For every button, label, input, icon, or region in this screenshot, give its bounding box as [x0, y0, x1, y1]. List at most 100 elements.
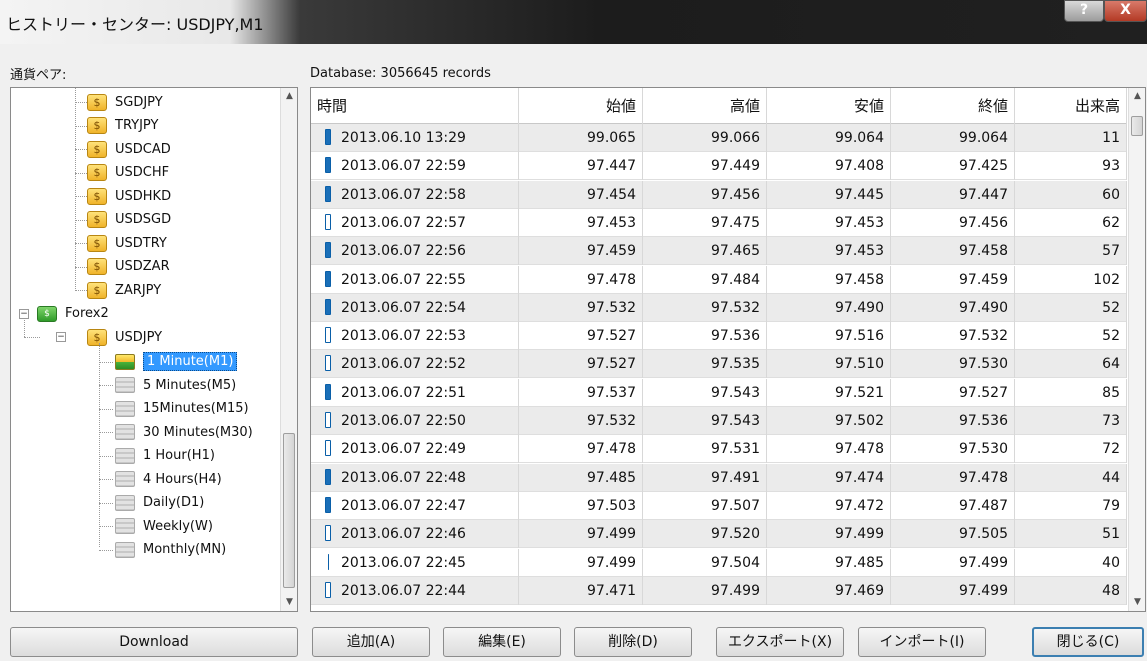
candle-down-icon [325, 242, 331, 259]
database-icon [115, 541, 135, 558]
scroll-up-icon[interactable]: ▲ [1129, 88, 1145, 105]
tree-symbol-item[interactable]: $ ZARJPY [87, 279, 161, 301]
import-button[interactable]: インポート(I) [858, 627, 986, 657]
tree-symbol-item[interactable]: $ TRYJPY [87, 115, 158, 137]
candle-doji-icon [328, 553, 329, 570]
close-cell: 97.456 [891, 208, 1015, 237]
time-cell: 2013.06.07 22:57 [311, 208, 519, 237]
tree-symbol-item[interactable]: $ SGDJPY [87, 91, 163, 113]
time-value: 2013.06.07 22:48 [341, 469, 466, 486]
table-row[interactable]: 2013.06.07 22:58 97.454 97.456 97.445 97.447… [311, 180, 1127, 209]
time-cell: 2013.06.07 22:58 [311, 180, 519, 209]
column-header-close[interactable]: 終値 [891, 88, 1015, 124]
database-icon [115, 518, 135, 534]
tree-scrollbar[interactable]: ▲ ▼ [280, 88, 297, 611]
tree-timeframe-label: Monthly(MN) [143, 542, 227, 557]
tree-connector [75, 102, 87, 103]
time-cell: 2013.06.07 22:56 [311, 237, 519, 266]
scroll-down-icon[interactable]: ▼ [281, 594, 297, 611]
volume-cell: 64 [1015, 350, 1127, 379]
tree-symbol-item[interactable]: $ USDCHF [87, 162, 169, 184]
column-header-high[interactable]: 高値 [643, 88, 767, 124]
table-row[interactable]: 2013.06.07 22:46 97.499 97.520 97.499 97.505… [311, 520, 1127, 549]
tree-timeframe-item[interactable]: Monthly(MN) [115, 539, 226, 561]
tree-timeframe-label: 1 Hour(H1) [143, 448, 215, 463]
table-row[interactable]: 2013.06.10 13:29 99.065 99.066 99.064 99.064… [311, 124, 1127, 152]
collapse-icon[interactable]: − [19, 308, 29, 319]
coin-icon: $ [87, 281, 107, 299]
close-dialog-button[interactable]: 閉じる(C) [1032, 627, 1144, 657]
grid-header: 時間 始値 高値 安値 終値 出来高 [311, 88, 1127, 124]
table-row[interactable]: 2013.06.07 22:49 97.478 97.531 97.478 97.530… [311, 435, 1127, 464]
column-header-low[interactable]: 安値 [767, 88, 891, 124]
tree-symbol-item[interactable]: $ USDSGD [87, 209, 171, 231]
tree-timeframe-item[interactable]: Daily(D1) [115, 492, 204, 514]
candle-down-icon [325, 298, 331, 315]
tree-timeframe-item[interactable]: 1 Minute(M1) [115, 351, 238, 373]
low-cell: 97.453 [767, 237, 891, 266]
tree-connector [75, 219, 87, 221]
window-close-button[interactable]: X [1104, 0, 1147, 22]
tree-symbol-item[interactable]: $ USDZAR [87, 256, 170, 278]
download-button[interactable]: Download [10, 627, 298, 657]
high-cell: 97.504 [643, 548, 767, 577]
help-icon: ? [1079, 2, 1089, 18]
table-row[interactable]: 2013.06.07 22:47 97.503 97.507 97.472 97.487… [311, 491, 1127, 520]
tree-timeframe-label: 4 Hours(H4) [143, 471, 222, 487]
table-row[interactable]: 2013.06.07 22:54 97.532 97.532 97.490 97.490… [311, 293, 1127, 322]
table-row[interactable]: 2013.06.07 22:59 97.447 97.449 97.408 97.425… [311, 152, 1127, 181]
time-cell: 2013.06.07 22:44 [311, 576, 519, 605]
collapse-icon[interactable]: − [56, 332, 66, 342]
table-row[interactable]: 2013.06.07 22:52 97.527 97.535 97.510 97.530… [311, 350, 1127, 379]
tree-symbol-label: USDTRY [115, 235, 167, 251]
candle-down-icon [325, 468, 331, 485]
column-header-open[interactable]: 始値 [519, 88, 643, 124]
add-button[interactable]: 追加(A) [312, 627, 430, 657]
scroll-up-icon[interactable]: ▲ [281, 88, 297, 105]
scroll-down-icon[interactable]: ▼ [1129, 594, 1145, 611]
tree-timeframe-item[interactable]: 15Minutes(M15) [115, 398, 249, 420]
history-grid[interactable]: 時間 始値 高値 安値 終値 出来高 ▲ ▼ 2013.06.10 13:29 9… [310, 87, 1146, 612]
server-folder-icon: $ [37, 305, 57, 322]
time-value: 2013.06.07 22:57 [341, 214, 466, 231]
export-button[interactable]: エクスポート(X) [716, 627, 844, 657]
table-row[interactable]: 2013.06.07 22:44 97.471 97.499 97.469 97.499… [311, 576, 1127, 605]
time-cell: 2013.06.07 22:59 [311, 152, 519, 181]
tree-symbol-item[interactable]: $ USDCAD [87, 138, 171, 160]
volume-cell: 73 [1015, 407, 1127, 435]
tree-connector [99, 343, 100, 547]
edit-button[interactable]: 編集(E) [443, 627, 561, 657]
open-cell: 97.454 [519, 180, 643, 209]
low-cell: 97.472 [767, 491, 891, 520]
tree-timeframe-item[interactable]: 30 Minutes(M30) [115, 421, 253, 443]
symbol-tree[interactable]: ▲ ▼ $ SGDJPY $ TRYJPY $ USDCAD $ USDCHF $ USDHKD $… [10, 87, 298, 612]
grid-scrollbar[interactable]: ▲ ▼ [1128, 88, 1145, 611]
table-row[interactable]: 2013.06.07 22:51 97.537 97.543 97.521 97.527… [311, 378, 1127, 407]
table-row[interactable]: 2013.06.07 22:48 97.485 97.491 97.474 97.478… [311, 463, 1127, 492]
table-row[interactable]: 2013.06.07 22:55 97.478 97.484 97.458 97.459… [311, 265, 1127, 294]
database-icon [115, 377, 135, 393]
tree-timeframe-label: 5 Minutes(M5) [143, 377, 237, 393]
tree-timeframe-item[interactable]: Weekly(W) [115, 515, 213, 537]
tree-timeframe-item[interactable]: 1 Hour(H1) [115, 445, 215, 467]
tree-symbol-item[interactable]: $ USDHKD [87, 185, 171, 207]
table-row[interactable]: 2013.06.07 22:57 97.453 97.475 97.453 97.456… [311, 208, 1127, 237]
table-row[interactable]: 2013.06.07 22:53 97.527 97.536 97.516 97.532… [311, 322, 1127, 351]
low-cell: 97.478 [767, 435, 891, 464]
table-row[interactable]: 2013.06.07 22:56 97.459 97.465 97.453 97.458… [311, 237, 1127, 266]
tree-symbol-item[interactable]: $ USDTRY [87, 232, 167, 254]
tree-scroll-thumb[interactable] [283, 433, 295, 588]
column-header-volume[interactable]: 出来高 [1015, 88, 1127, 124]
table-row[interactable]: 2013.06.07 22:45 97.499 97.504 97.485 97.499… [311, 548, 1127, 577]
tree-timeframe-item[interactable]: 4 Hours(H4) [115, 468, 222, 490]
help-button[interactable]: ? [1064, 0, 1104, 22]
tree-timeframe-item[interactable]: 5 Minutes(M5) [115, 374, 236, 396]
candle-down-icon [325, 129, 331, 145]
grid-scroll-thumb[interactable] [1131, 116, 1143, 136]
tree-group-forex2[interactable]: $ Forex2 [37, 303, 109, 325]
delete-button[interactable]: 削除(D) [574, 627, 692, 657]
column-header-time[interactable]: 時間 [311, 88, 519, 124]
table-row[interactable]: 2013.06.07 22:50 97.532 97.543 97.502 97.536… [311, 407, 1127, 435]
coin-icon: $ [87, 117, 107, 134]
title-bar[interactable]: ヒストリー・センター: USDJPY,M1 ? X [0, 0, 1147, 44]
